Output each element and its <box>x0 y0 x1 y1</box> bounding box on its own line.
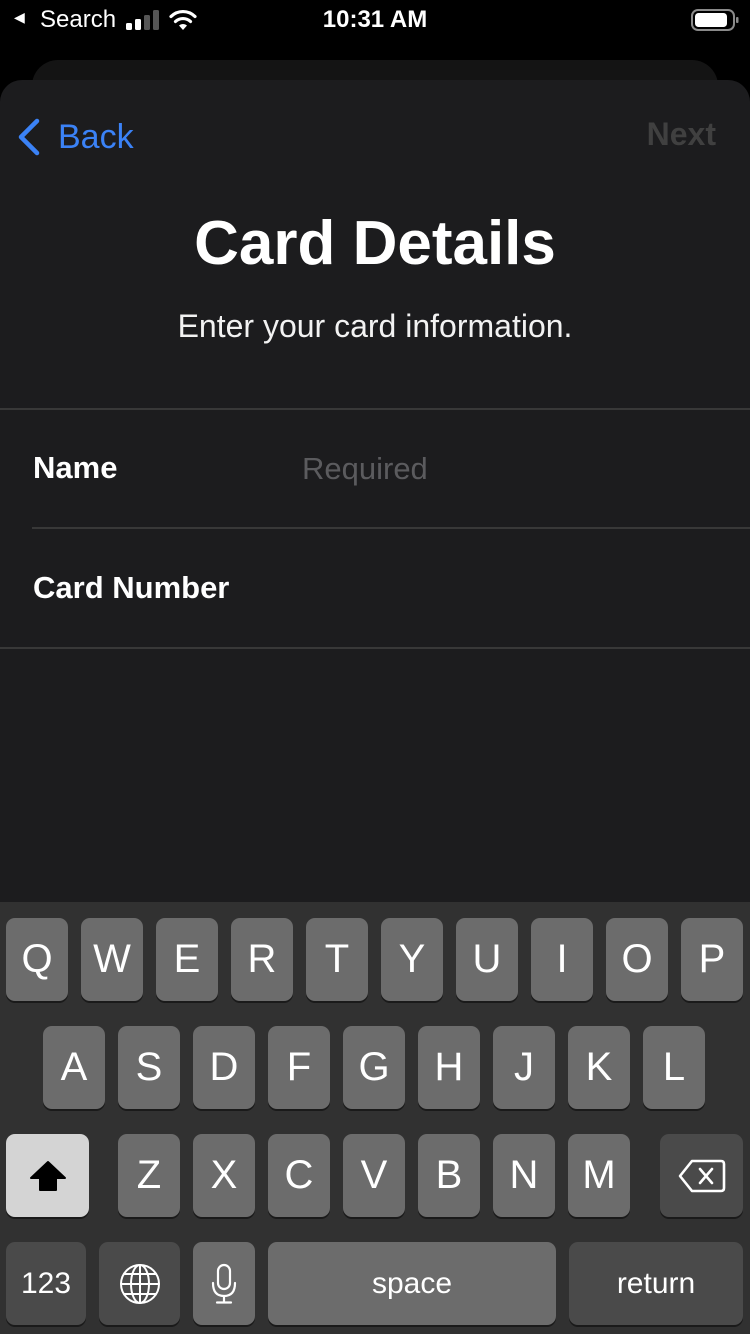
key-v[interactable]: V <box>343 1134 405 1217</box>
key-s[interactable]: S <box>118 1026 180 1109</box>
back-button[interactable]: Back <box>16 114 134 160</box>
numbers-key[interactable]: 123 <box>6 1242 86 1325</box>
key-e[interactable]: E <box>156 918 218 1001</box>
key-c[interactable]: C <box>268 1134 330 1217</box>
page-title: Card Details <box>194 209 556 278</box>
backspace-icon <box>678 1159 725 1192</box>
key-r[interactable]: R <box>231 918 293 1001</box>
key-j[interactable]: J <box>493 1026 555 1109</box>
key-w[interactable]: W <box>81 918 143 1001</box>
key-t[interactable]: T <box>306 918 368 1001</box>
back-button-label: Back <box>58 117 134 156</box>
globe-icon <box>119 1263 160 1304</box>
chevron-left-icon <box>18 118 40 156</box>
card-number-input[interactable] <box>302 566 722 612</box>
keyboard: 123 space return QWERTYUIOP ASDFGHJKL ZXCV… <box>0 902 750 1334</box>
return-key[interactable]: return <box>569 1242 743 1325</box>
key-g[interactable]: G <box>343 1026 405 1109</box>
shift-key[interactable] <box>6 1134 89 1217</box>
key-l[interactable]: L <box>643 1026 705 1109</box>
key-n[interactable]: N <box>493 1134 555 1217</box>
page-subtitle: Enter your card information. <box>177 308 573 344</box>
globe-key[interactable] <box>99 1242 180 1325</box>
name-row[interactable]: Name <box>0 410 750 526</box>
key-u[interactable]: U <box>456 918 518 1001</box>
divider <box>0 647 750 649</box>
key-p[interactable]: P <box>681 918 743 1001</box>
key-b[interactable]: B <box>418 1134 480 1217</box>
key-d[interactable]: D <box>193 1026 255 1109</box>
key-i[interactable]: I <box>531 918 593 1001</box>
name-label: Name <box>33 450 118 485</box>
next-button[interactable]: Next <box>647 116 716 153</box>
divider <box>32 527 750 529</box>
battery-icon <box>691 9 739 31</box>
key-y[interactable]: Y <box>381 918 443 1001</box>
key-f[interactable]: F <box>268 1026 330 1109</box>
key-x[interactable]: X <box>193 1134 255 1217</box>
key-o[interactable]: O <box>606 918 668 1001</box>
key-z[interactable]: Z <box>118 1134 180 1217</box>
key-k[interactable]: K <box>568 1026 630 1109</box>
card-number-label: Card Number <box>33 570 230 605</box>
shift-arrow-icon <box>29 1160 66 1191</box>
microphone-key[interactable] <box>193 1242 255 1325</box>
clock: 10:31 AM <box>322 6 428 33</box>
key-h[interactable]: H <box>418 1026 480 1109</box>
status-bar: ◀ Search 10:31 AM <box>0 0 750 40</box>
space-key[interactable]: space <box>268 1242 556 1325</box>
card-number-row[interactable]: Card Number <box>0 530 750 646</box>
delete-key[interactable] <box>660 1134 743 1217</box>
key-a[interactable]: A <box>43 1026 105 1109</box>
name-input[interactable] <box>302 446 722 492</box>
key-m[interactable]: M <box>568 1134 630 1217</box>
microphone-icon <box>211 1263 237 1304</box>
key-q[interactable]: Q <box>6 918 68 1001</box>
